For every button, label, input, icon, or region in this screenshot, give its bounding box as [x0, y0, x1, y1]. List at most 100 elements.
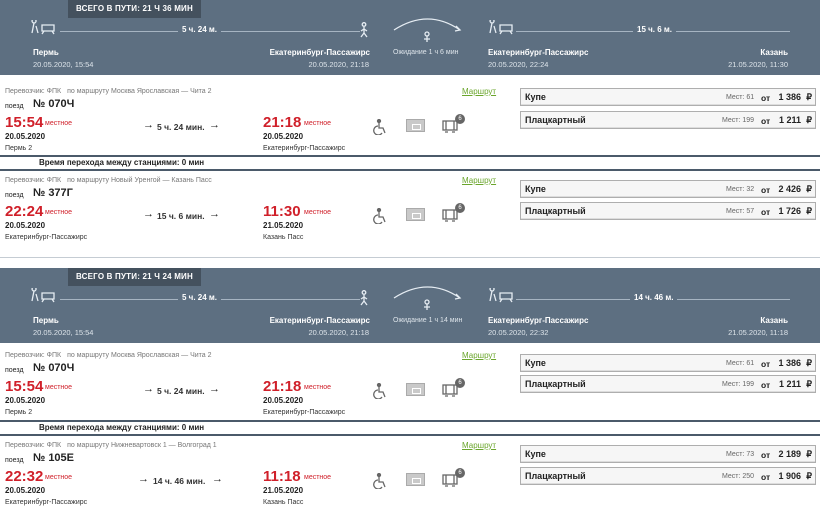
- transfer-arrival-date: 20.05.2020, 21:18: [308, 328, 369, 337]
- departure-time: 15:54: [5, 114, 44, 131]
- train-label: поезд: [5, 192, 24, 199]
- fare-from: от: [761, 116, 771, 126]
- fare-option-platskart[interactable]: Плацкартный Мест: 250 от 1 906 ₽: [520, 467, 816, 485]
- transfer-departure-date: 20.05.2020, 22:24: [488, 60, 549, 69]
- transfer-station-departure: Екатеринбург-Пассажирс: [488, 316, 589, 325]
- fare-option-platskart[interactable]: Плацкартный Мест: 199 от 1 211 ₽: [520, 375, 816, 393]
- train-label: поезд: [5, 367, 24, 374]
- carrier-name: Перевозчик: ФПК: [5, 177, 62, 184]
- wheelchair-icon: [373, 118, 387, 140]
- luggage-icon: [406, 208, 425, 221]
- fare-option-kupe[interactable]: Купе Мест: 32 от 2 426 ₽: [520, 180, 816, 198]
- luggage-icon: [406, 383, 425, 396]
- count-badge: 6: [455, 468, 465, 478]
- fare-price: 1 906: [778, 471, 801, 481]
- wheelchair-icon: [373, 472, 387, 494]
- departure-local-label: местное: [45, 474, 73, 481]
- walking-person-icon: [358, 290, 370, 311]
- carrier-info: Перевозчик: ФПК по маршруту Новый Уренгой…: [5, 177, 212, 184]
- count-badge: 6: [455, 203, 465, 213]
- walking-person-icon: [358, 22, 370, 43]
- train-icon: [30, 286, 56, 309]
- fare-from: от: [761, 185, 771, 195]
- train-car-icon: 6: [442, 468, 465, 492]
- departure-date: 20.05.2020: [5, 221, 46, 230]
- fare-price: 2 189: [778, 449, 801, 459]
- leg2-duration: 15 ч. 6 м.: [633, 25, 677, 34]
- train-label: поезд: [5, 457, 24, 464]
- departure-station: Пермь 2: [5, 409, 33, 416]
- count-badge: 6: [455, 378, 465, 388]
- route-link[interactable]: Маршрут: [462, 441, 496, 450]
- total-travel-time: ВСЕГО В ПУТИ: 21 Ч 24 МИН: [68, 268, 201, 286]
- train-route: по маршруту Москва Ярославская — Чита 2: [67, 88, 212, 95]
- train-card: Перевозчик: ФПК по маршруту Новый Уренгой…: [0, 171, 820, 257]
- arrival-time: 21:18: [263, 378, 302, 395]
- fare-seats: Мест: 73: [726, 451, 755, 458]
- arrival-date: 21.05.2020: [263, 486, 304, 495]
- carrier-info: Перевозчик: ФПК по маршруту Москва Яросла…: [5, 352, 212, 359]
- travel-duration: 5 ч. 24 мин.: [157, 122, 205, 132]
- arrival-local-label: местное: [304, 384, 332, 391]
- from-date: 20.05.2020, 15:54: [33, 60, 94, 69]
- departure-date: 20.05.2020: [5, 486, 46, 495]
- from-station: Пермь: [33, 316, 59, 325]
- fare-class: Купе: [525, 184, 546, 194]
- fare-class: Плацкартный: [525, 471, 586, 481]
- departure-time: 15:54: [5, 378, 44, 395]
- arrival-local-label: местное: [304, 120, 332, 127]
- fare-class: Плацкартный: [525, 379, 586, 389]
- fare-option-platskart[interactable]: Плацкартный Мест: 57 от 1 726 ₽: [520, 202, 816, 220]
- train-label: поезд: [5, 103, 24, 110]
- train-number: № 105Е: [33, 452, 75, 464]
- carrier-name: Перевозчик: ФПК: [5, 352, 62, 359]
- ruble-icon: ₽: [806, 471, 812, 481]
- route-link[interactable]: Маршрут: [462, 351, 496, 360]
- arrival-date: 20.05.2020: [263, 396, 304, 405]
- count-badge: 6: [455, 114, 465, 124]
- departure-station: Екатеринбург-Пассажирс: [5, 499, 88, 506]
- arrival-station: Екатеринбург-Пассажирс: [263, 145, 346, 152]
- fare-class: Купе: [525, 92, 546, 102]
- waiting-time: Ожидание 1 ч 14 мин: [393, 317, 463, 324]
- travel-duration: 5 ч. 24 мин.: [157, 386, 205, 396]
- departure-time: 22:32: [5, 468, 44, 485]
- departure-date: 20.05.2020: [5, 396, 46, 405]
- fare-option-platskart[interactable]: Плацкартный Мест: 199 от 1 211 ₽: [520, 111, 816, 129]
- fare-price: 1 386: [778, 358, 801, 368]
- transfer-note-text: Время перехода между станциями: 0 мин: [39, 158, 205, 167]
- travel-duration: 14 ч. 46 мин.: [153, 476, 206, 486]
- route-summary-header: ВСЕГО В ПУТИ: 21 Ч 24 МИН 5 ч. 24 м. Ожи…: [0, 268, 820, 343]
- fare-option-kupe[interactable]: Купе Мест: 61 от 1 386 ₽: [520, 88, 816, 106]
- train-number: № 377Г: [33, 187, 73, 199]
- fare-option-kupe[interactable]: Купе Мест: 73 от 2 189 ₽: [520, 445, 816, 463]
- train-number: № 070Ч: [33, 362, 75, 374]
- arrow-right-icon: →: [143, 383, 154, 395]
- transfer-note: Время перехода между станциями: 0 мин: [0, 155, 820, 171]
- route-link[interactable]: Маршрут: [462, 87, 496, 96]
- leg1-duration: 5 ч. 24 м.: [178, 293, 222, 302]
- transfer-note-text: Время перехода между станциями: 0 мин: [39, 423, 205, 432]
- route-link[interactable]: Маршрут: [462, 176, 496, 185]
- train-number: № 070Ч: [33, 98, 75, 110]
- transfer-station-departure: Екатеринбург-Пассажирс: [488, 48, 589, 57]
- fare-from: от: [761, 93, 771, 103]
- fare-seats: Мест: 61: [726, 94, 755, 101]
- transfer-note: Время перехода между станциями: 0 мин: [0, 420, 820, 436]
- arrival-time: 21:18: [263, 114, 302, 131]
- total-travel-time: ВСЕГО В ПУТИ: 21 Ч 36 МИН: [68, 0, 201, 18]
- arrival-date: 20.05.2020: [263, 132, 304, 141]
- train-icon: [30, 18, 56, 41]
- fare-seats: Мест: 250: [722, 473, 755, 480]
- departure-local-label: местное: [45, 120, 73, 127]
- arrow-right-icon: →: [143, 119, 154, 131]
- divider: [0, 257, 820, 258]
- fare-from: от: [761, 207, 771, 217]
- fare-seats: Мест: 199: [722, 381, 755, 388]
- ruble-icon: ₽: [806, 379, 812, 389]
- fare-option-kupe[interactable]: Купе Мест: 61 от 1 386 ₽: [520, 354, 816, 372]
- arrival-station: Екатеринбург-Пассажирс: [263, 409, 346, 416]
- fare-class: Купе: [525, 358, 546, 368]
- to-station: Казань: [760, 316, 788, 325]
- wheelchair-icon: [373, 207, 387, 229]
